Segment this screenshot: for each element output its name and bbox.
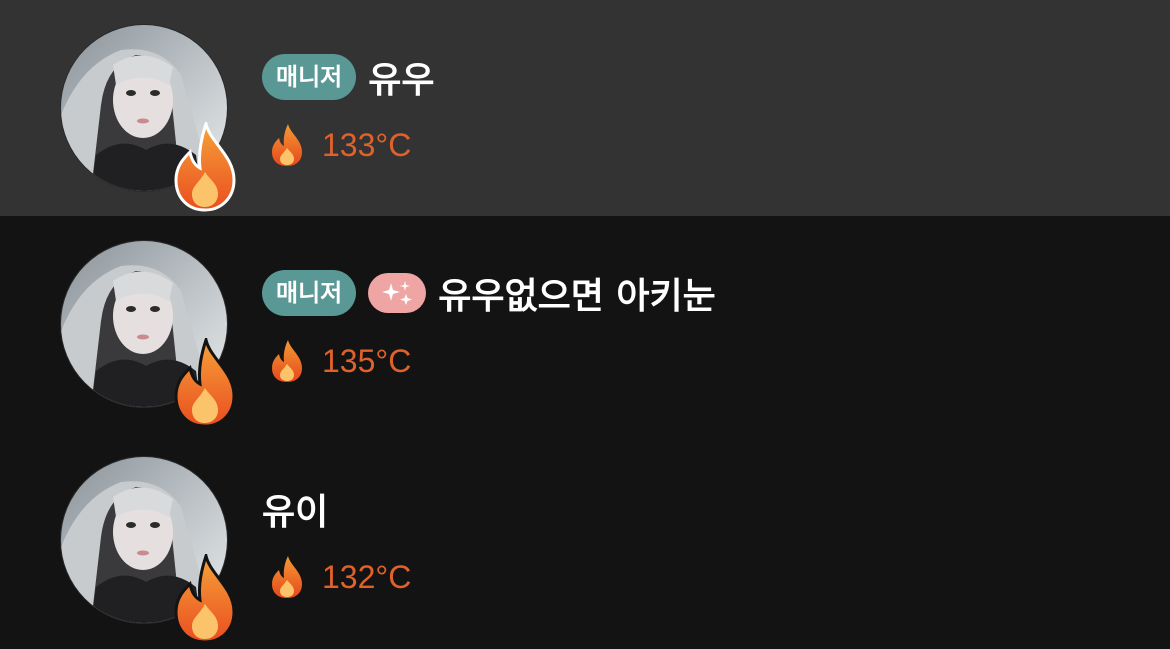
member-row[interactable]: 매니저 유우없으면 아키눈 135°C <box>0 216 1170 432</box>
fire-icon <box>272 340 302 382</box>
nickname[interactable]: 유우없으면 아키눈 <box>438 267 716 319</box>
avatar-container[interactable] <box>60 456 236 644</box>
temperature-value: 132°C <box>322 558 412 595</box>
temperature-line: 133°C <box>270 122 411 168</box>
member-row[interactable]: 매니저 유우 133°C <box>0 0 1170 216</box>
nickname[interactable]: 유우 <box>368 51 434 103</box>
member-list: 매니저 유우 133°C 매니저 유우없으면 아키눈 135°C 유이 132°… <box>0 0 1170 649</box>
name-line: 유이 <box>262 482 328 536</box>
fire-icon <box>272 124 302 166</box>
fire-icon <box>174 122 236 212</box>
manager-badge: 매니저 <box>262 54 357 100</box>
name-line: 매니저 유우없으면 아키눈 <box>262 266 716 320</box>
temperature-line: 132°C <box>270 554 411 600</box>
avatar-container[interactable] <box>60 24 236 212</box>
avatar-container[interactable] <box>60 240 236 428</box>
temperature-value: 133°C <box>322 126 412 163</box>
nickname[interactable]: 유이 <box>262 483 328 535</box>
member-row[interactable]: 유이 132°C <box>0 432 1170 648</box>
temperature-value: 135°C <box>322 342 412 379</box>
sparkles-icon <box>368 273 427 313</box>
fire-icon <box>174 338 236 428</box>
fire-icon <box>272 556 302 598</box>
temperature-line: 135°C <box>270 338 411 384</box>
name-line: 매니저 유우 <box>262 50 435 104</box>
fire-icon <box>174 554 236 644</box>
manager-badge: 매니저 <box>262 270 357 316</box>
